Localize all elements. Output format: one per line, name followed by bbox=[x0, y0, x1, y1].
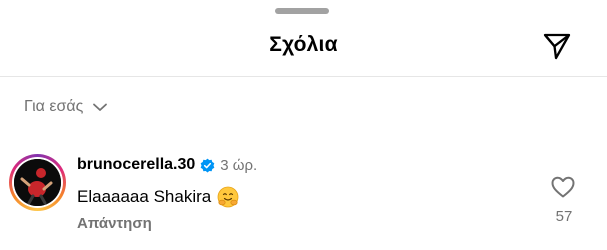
sort-dropdown[interactable]: Για εσάς bbox=[24, 95, 109, 119]
share-button[interactable] bbox=[541, 30, 573, 62]
avatar bbox=[14, 159, 61, 206]
like-button[interactable] bbox=[550, 174, 576, 200]
comment-meta: brunocerella.30 3 ώρ. bbox=[77, 154, 257, 176]
chevron-down-icon bbox=[93, 103, 108, 111]
reply-button[interactable]: Απάντηση bbox=[77, 215, 152, 232]
story-ring[interactable] bbox=[9, 154, 66, 211]
verified-badge-icon bbox=[200, 158, 215, 172]
comment-time: 3 ώρ. bbox=[220, 156, 258, 174]
comments-sheet: Σχόλια Για εσάς brunocerella.30 3 ώρ. El… bbox=[0, 0, 607, 250]
comment-body: Elaaaaaa Shakira bbox=[77, 187, 212, 206]
header-divider bbox=[0, 76, 607, 77]
like-count: 57 bbox=[555, 208, 573, 225]
sheet-title: Σχόλια bbox=[269, 33, 338, 56]
hugging-face-emoji-icon bbox=[217, 186, 239, 208]
heart-icon bbox=[551, 176, 575, 198]
sort-label: Για εσάς bbox=[24, 98, 84, 115]
sheet-grabber[interactable] bbox=[275, 8, 329, 14]
comments-header: Σχόλια bbox=[0, 28, 607, 68]
paper-plane-icon bbox=[543, 33, 571, 60]
comment-item: brunocerella.30 3 ώρ. Elaaaaaa Shakira Α… bbox=[0, 150, 607, 250]
comment-text: Elaaaaaa Shakira bbox=[77, 185, 239, 209]
comment-username[interactable]: brunocerella.30 bbox=[77, 156, 195, 174]
avatar-image bbox=[14, 159, 61, 206]
